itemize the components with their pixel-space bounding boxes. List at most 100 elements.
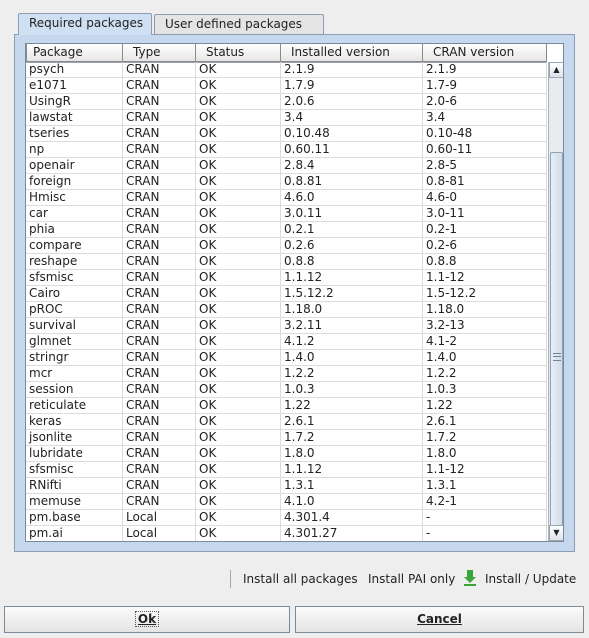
cell-cran-version: - — [423, 510, 547, 526]
vertical-scrollbar[interactable]: ▲ ▼ — [548, 62, 563, 541]
table-row[interactable]: pm.ai Local OK 4.301.27- — [26, 526, 547, 541]
download-arrow-icon[interactable] — [463, 570, 477, 586]
column-header-package[interactable]: Package — [26, 44, 123, 62]
cell-installed-version: 2.8.4 — [281, 158, 423, 174]
table-row[interactable]: stringr CRAN OK 1.4.0 1.4.0 — [26, 350, 547, 366]
table-row[interactable]: jsonlite CRAN OK 1.7.2 1.7.2 — [26, 430, 547, 446]
cell-package: session — [26, 382, 123, 398]
tab-required-packages[interactable]: Required packages — [18, 13, 152, 35]
cell-installed-version: 1.7.9 — [281, 78, 423, 94]
column-header-type[interactable]: Type — [123, 44, 196, 62]
column-header-cran-version[interactable]: CRAN version — [423, 44, 547, 62]
cell-status: OK — [196, 190, 281, 206]
table-row[interactable]: reshape CRAN OK 0.8.8 0.8.8 — [26, 254, 547, 270]
cell-package: Hmisc — [26, 190, 123, 206]
cell-installed-version: 2.6.1 — [281, 414, 423, 430]
cell-status: OK — [196, 494, 281, 510]
cell-cran-version: 0.8-81 — [423, 174, 547, 190]
cell-installed-version: 1.5.12.2 — [281, 286, 423, 302]
cancel-button[interactable]: Cancel — [295, 606, 584, 633]
table-row[interactable]: mcr CRAN OK 1.2.2 1.2.2 — [26, 366, 547, 382]
cell-cran-version: 3.0-11 — [423, 206, 547, 222]
cell-installed-version: 3.4 — [281, 110, 423, 126]
table-row[interactable]: psych CRAN OK 2.1.9 2.1.9 — [26, 62, 547, 78]
cell-status: OK — [196, 510, 281, 526]
table-row[interactable]: foreign CRAN OK 0.8.81 0.8-81 — [26, 174, 547, 190]
table-row[interactable]: pROC CRAN OK 1.18.0 1.18.0 — [26, 302, 547, 318]
cell-type: CRAN — [123, 238, 196, 254]
install-update-link[interactable]: Install / Update — [485, 572, 576, 586]
cell-package: UsingR — [26, 94, 123, 110]
table-row[interactable]: car CRAN OK 3.0.11 3.0-11 — [26, 206, 547, 222]
cell-package: e1071 — [26, 78, 123, 94]
table-row[interactable]: Cairo CRAN OK 1.5.12.2 1.5-12.2 — [26, 286, 547, 302]
cell-status: OK — [196, 222, 281, 238]
table-row[interactable]: np CRAN OK 0.60.11 0.60-11 — [26, 142, 547, 158]
cell-cran-version: 1.0.3 — [423, 382, 547, 398]
cell-installed-version: 3.0.11 — [281, 206, 423, 222]
cell-package: pROC — [26, 302, 123, 318]
table-row[interactable]: pm.base Local OK 4.301.4- — [26, 510, 547, 526]
cell-installed-version: 1.18.0 — [281, 302, 423, 318]
table-row[interactable]: keras CRAN OK 2.6.1 2.6.1 — [26, 414, 547, 430]
table-row[interactable]: sfsmisc CRAN OK 1.1.12 1.1-12 — [26, 462, 547, 478]
cell-package: pm.ai — [26, 526, 123, 541]
cell-type: CRAN — [123, 462, 196, 478]
cell-type: CRAN — [123, 94, 196, 110]
action-bar: Install all packages Install PAI only In… — [0, 566, 589, 594]
cell-cran-version: 1.18.0 — [423, 302, 547, 318]
cell-cran-version: 0.2-6 — [423, 238, 547, 254]
table-row[interactable]: reticulate CRAN OK 1.22 1.22 — [26, 398, 547, 414]
cell-package: Cairo — [26, 286, 123, 302]
tab-user-defined-packages[interactable]: User defined packages — [154, 14, 324, 34]
cell-status: OK — [196, 238, 281, 254]
install-pai-only-link[interactable]: Install PAI only — [368, 572, 455, 586]
table-row[interactable]: Hmisc CRAN OK 4.6.0 4.6-0 — [26, 190, 547, 206]
cell-type: CRAN — [123, 350, 196, 366]
table-row[interactable]: sfsmisc CRAN OK 1.1.12 1.1-12 — [26, 270, 547, 286]
table-row[interactable]: UsingR CRAN OK 2.0.6 2.0-6 — [26, 94, 547, 110]
cell-status: OK — [196, 414, 281, 430]
table-row[interactable]: phia CRAN OK 0.2.1 0.2-1 — [26, 222, 547, 238]
ok-button-label: Ok — [134, 611, 160, 627]
cell-type: CRAN — [123, 446, 196, 462]
table-row[interactable]: RNifti CRAN OK 1.3.1 1.3.1 — [26, 478, 547, 494]
ok-button[interactable]: Ok — [4, 606, 290, 633]
cell-cran-version: 1.1-12 — [423, 462, 547, 478]
table-row[interactable]: openair CRAN OK 2.8.4 2.8-5 — [26, 158, 547, 174]
cell-cran-version: 0.8.8 — [423, 254, 547, 270]
table-row[interactable]: compare CRAN OK 0.2.6 0.2-6 — [26, 238, 547, 254]
cell-cran-version: 2.8-5 — [423, 158, 547, 174]
cell-status: OK — [196, 78, 281, 94]
scroll-down-button[interactable]: ▼ — [549, 525, 563, 541]
cell-cran-version: 2.0-6 — [423, 94, 547, 110]
column-header-status[interactable]: Status — [196, 44, 281, 62]
cell-installed-version: 1.1.12 — [281, 462, 423, 478]
table-row[interactable]: survival CRAN OK 3.2.11 3.2-13 — [26, 318, 547, 334]
cell-package: sfsmisc — [26, 462, 123, 478]
table-row[interactable]: lubridate CRAN OK 1.8.0 1.8.0 — [26, 446, 547, 462]
cell-installed-version: 1.0.3 — [281, 382, 423, 398]
cell-status: OK — [196, 478, 281, 494]
cell-package: foreign — [26, 174, 123, 190]
cell-cran-version: 1.5-12.2 — [423, 286, 547, 302]
cell-package: phia — [26, 222, 123, 238]
table-row[interactable]: memuse CRAN OK 4.1.0 4.2-1 — [26, 494, 547, 510]
table-row[interactable]: tseries CRAN OK 0.10.48 0.10-48 — [26, 126, 547, 142]
table-row[interactable]: session CRAN OK 1.0.3 1.0.3 — [26, 382, 547, 398]
table-row[interactable]: e1071 CRAN OK 1.7.9 1.7-9 — [26, 78, 547, 94]
cell-installed-version: 0.60.11 — [281, 142, 423, 158]
cell-installed-version: 2.1.9 — [281, 62, 423, 78]
scrollbar-thumb[interactable] — [550, 152, 563, 541]
table-row[interactable]: glmnet CRAN OK 4.1.2 4.1-2 — [26, 334, 547, 350]
cell-status: OK — [196, 334, 281, 350]
cell-package: pm.base — [26, 510, 123, 526]
scroll-up-button[interactable]: ▲ — [549, 62, 563, 78]
cell-status: OK — [196, 174, 281, 190]
install-all-packages-link[interactable]: Install all packages — [243, 572, 358, 586]
cell-installed-version: 3.2.11 — [281, 318, 423, 334]
cell-type: CRAN — [123, 286, 196, 302]
column-header-installed-version[interactable]: Installed version — [281, 44, 423, 62]
table-row[interactable]: lawstat CRAN OK 3.4 3.4 — [26, 110, 547, 126]
cancel-button-label: Cancel — [417, 612, 462, 626]
